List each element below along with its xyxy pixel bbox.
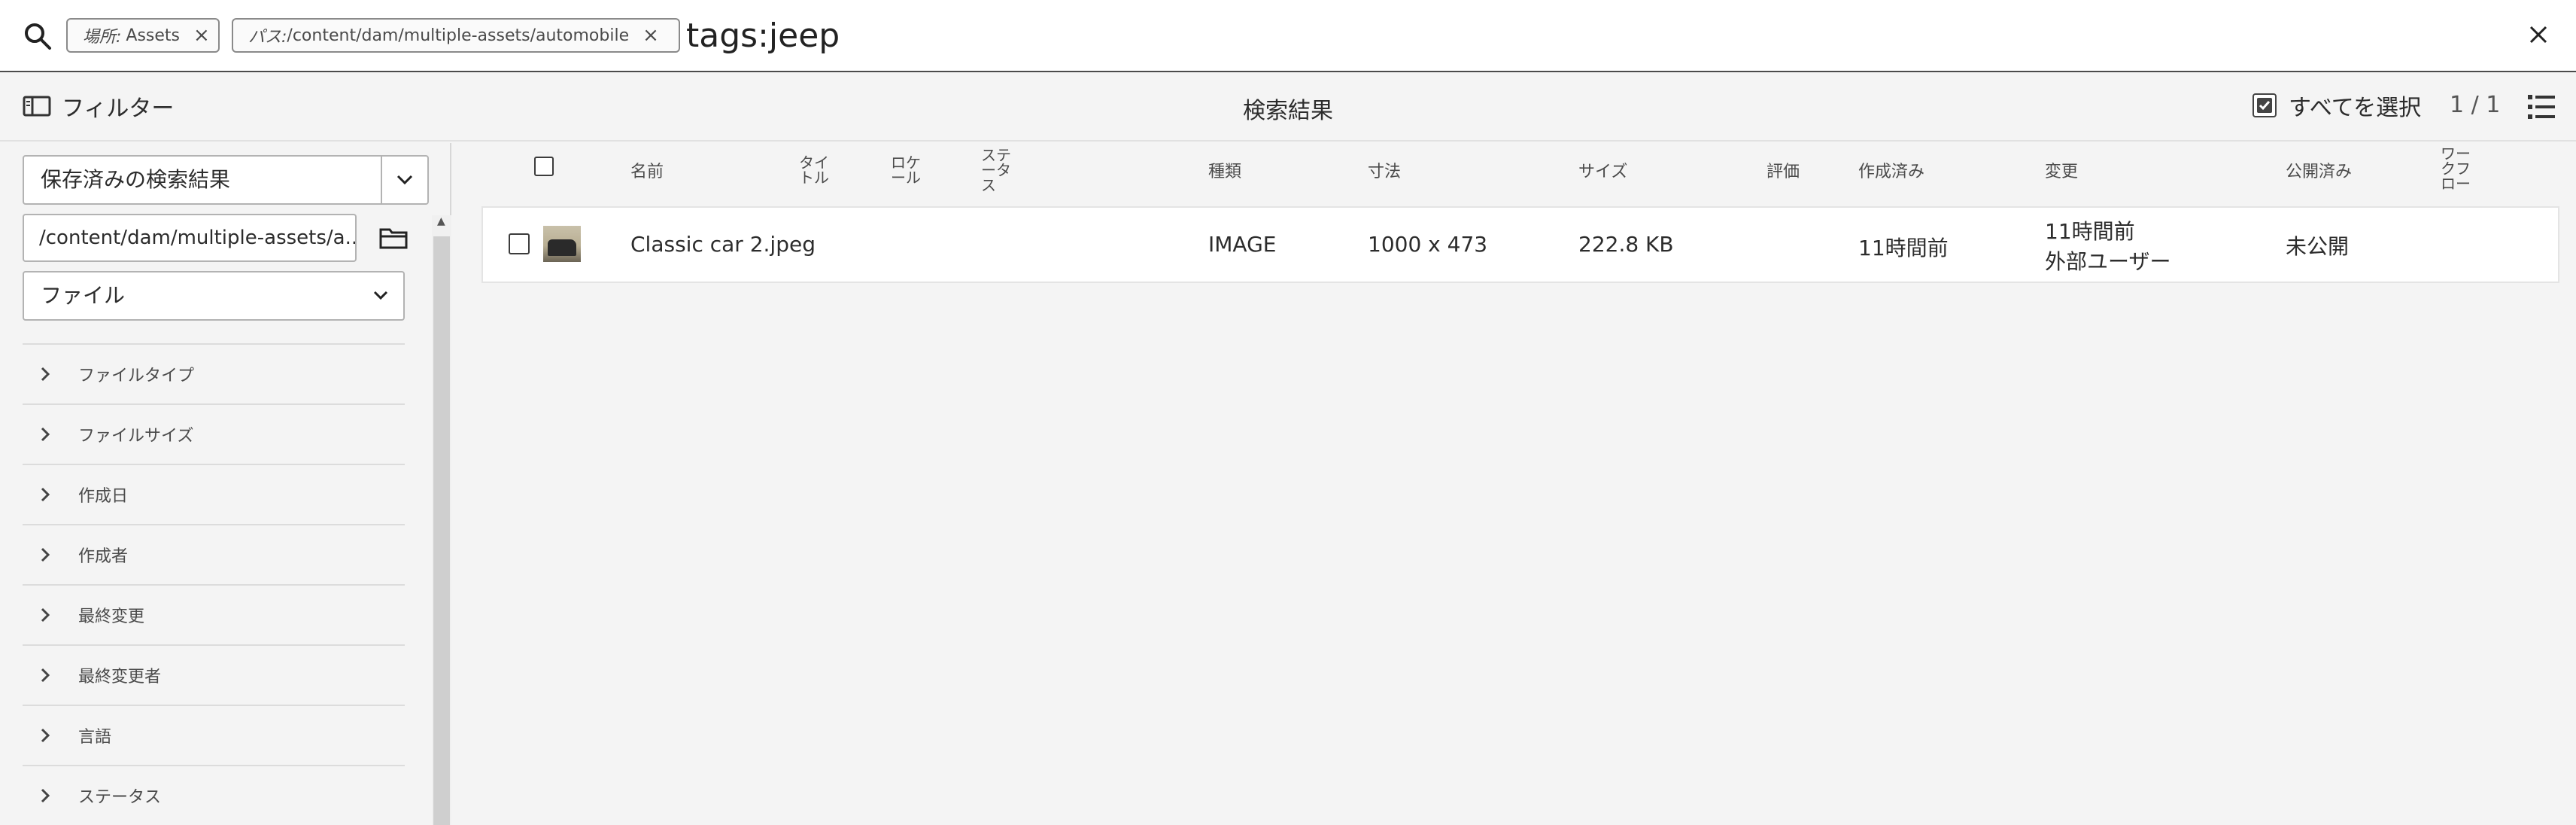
column-header-size[interactable]: サイズ [1578,164,1627,181]
column-header-rating[interactable]: 評価 [1766,164,1800,181]
asset-modified-time: 11時間前 [2045,219,2135,244]
facet-creator[interactable]: 作成者 [23,525,405,586]
column-header-locale[interactable]: ロケ ール [891,155,921,185]
chevron-right-icon [41,607,66,623]
select-all-label: すべてを選択 [2289,95,2422,121]
facet-file-size[interactable]: ファイルサイズ [23,405,405,465]
asset-created: 11時間前 [1858,236,1949,260]
tag-value: Assets [126,26,181,45]
scroll-up-icon[interactable]: ▲ [437,215,445,227]
search-icon[interactable] [23,21,53,51]
rail-scrollbar[interactable]: ▲ [432,215,451,825]
facet-file-type[interactable]: ファイルタイプ [23,345,405,405]
checkmark-icon [2257,98,2272,113]
chevron-down-icon[interactable] [382,157,427,203]
column-header-published[interactable]: 公開済み [2286,164,2352,181]
column-header-status[interactable]: ステ ータ ス [981,148,1011,193]
table-row[interactable]: Classic car 2.jpeg IMAGE 1000 x 473 222.… [481,206,2559,283]
facet-label: 作成者 [78,547,129,566]
chevron-right-icon [41,788,66,803]
search-tag-location: 場所: Assets × [66,18,220,53]
close-icon[interactable]: × [642,26,659,45]
saved-searches-select[interactable]: 保存済みの検索結果 [23,155,429,205]
tag-key: パス: [248,28,287,47]
column-header-dimensions[interactable]: 寸法 [1368,164,1401,181]
column-header-title[interactable]: タイ トル [799,155,829,185]
facet-label: 作成日 [78,487,129,506]
asset-modified-by: 外部ユーザー [2045,249,2171,274]
list-view-icon[interactable] [2526,92,2556,122]
search-input[interactable] [686,14,2040,59]
facet-label: 最終変更 [78,607,145,626]
tag-key: 場所: [83,28,122,47]
column-header-name[interactable]: 名前 [630,164,664,181]
asset-thumbnail [543,226,581,262]
asset-size: 222.8 KB [1578,232,1674,257]
car-image [548,239,576,256]
tag-value: /content/dam/multiple-assets/automobile [287,26,630,45]
facet-label: ステータス [78,788,162,807]
select-all-checkbox[interactable] [2252,93,2277,117]
facet-last-modified-by[interactable]: 最終変更者 [23,646,405,706]
asset-published: 未公開 [2286,234,2350,259]
facet-created-date[interactable]: 作成日 [23,465,405,525]
facet-label: 言語 [78,728,112,747]
chevron-right-icon [41,668,66,683]
table-header: 名前 タイ トル ロケ ール ステ ータ ス 種類 寸法 サイズ 評価 作成済み… [481,143,2559,206]
scrollbar-thumb[interactable] [433,236,450,825]
chevron-right-icon [41,487,66,502]
results-table: 名前 タイ トル ロケ ール ステ ータ ス 種類 寸法 サイズ 評価 作成済み… [454,143,2576,825]
chevron-down-icon [373,291,388,300]
file-type-select[interactable]: ファイル [23,271,405,321]
column-header-workflow[interactable]: ワー クフ ロー [2441,146,2471,191]
search-tag-path: パス: /content/dam/multiple-assets/automob… [232,18,680,53]
asset-dimensions: 1000 x 473 [1368,232,1488,257]
chevron-right-icon [41,547,66,562]
select-all-rows-checkbox[interactable] [534,157,554,176]
chevron-right-icon [41,367,66,382]
page-counter: 1 / 1 [2450,92,2501,118]
folder-icon[interactable] [367,214,420,262]
results-toolbar: フィルター 検索結果 すべてを選択 1 / 1 [0,72,2576,142]
column-header-created[interactable]: 作成済み [1858,164,1924,181]
column-header-modified[interactable]: 変更 [2045,164,2078,181]
chevron-right-icon [41,427,66,442]
facet-status[interactable]: ステータス [23,766,405,825]
search-bar: 場所: Assets × パス: /content/dam/multiple-a… [0,0,2576,72]
facet-label: ファイルサイズ [78,427,194,446]
row-checkbox[interactable] [509,233,530,254]
facet-list: ファイルタイプ ファイルサイズ 作成日 作成者 最終変更 最終変更者 言語 ステ… [23,343,405,825]
page-title: 検索結果 [1243,98,1333,124]
close-icon[interactable] [2522,18,2555,51]
facet-label: ファイルタイプ [78,367,195,385]
select-all-button[interactable]: すべてを選択 [2252,89,2421,122]
filter-rail: 保存済みの検索結果 ファイル ファイルタイプ ファイルサイズ 作成日 [0,143,451,825]
facet-label: 最終変更者 [78,668,162,686]
facet-last-modified[interactable]: 最終変更 [23,586,405,646]
chevron-right-icon [41,728,66,743]
facet-language[interactable]: 言語 [23,706,405,766]
file-type-value: ファイル [41,283,126,308]
asset-name[interactable]: Classic car 2.jpeg [630,232,816,257]
asset-type: IMAGE [1208,232,1277,257]
column-header-type[interactable]: 種類 [1208,164,1241,181]
close-icon[interactable]: × [193,26,210,45]
path-row [23,214,429,262]
path-field[interactable] [23,214,357,262]
saved-searches-label: 保存済みの検索結果 [24,157,382,203]
